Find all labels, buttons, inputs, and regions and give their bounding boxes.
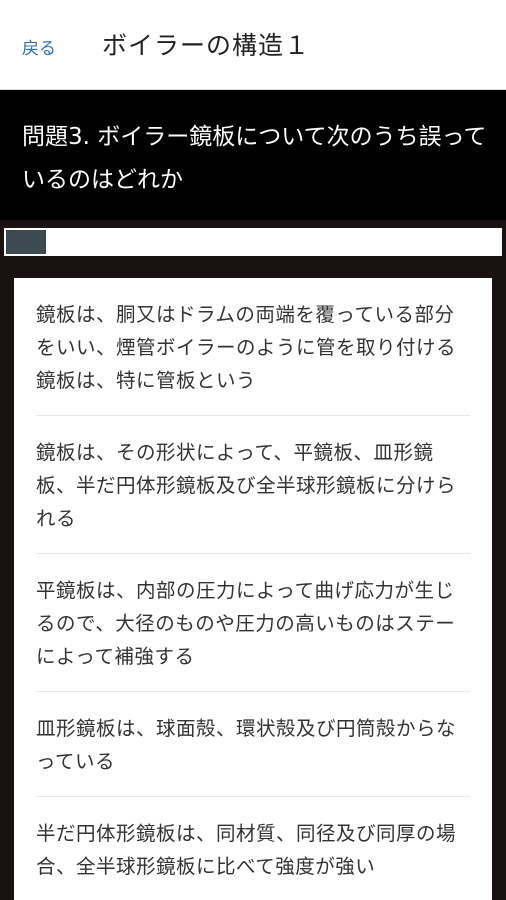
app-bar: 戻る ボイラーの構造１ (0, 0, 506, 90)
answer-option-4[interactable]: 皿形鏡板は、球面殻、環状殻及び円筒殻からなっている (36, 692, 470, 797)
answer-list: 鏡板は、胴又はドラムの両端を覆っている部分をいい、煙管ボイラーのように管を取り付… (14, 278, 492, 900)
progress-fill (6, 230, 46, 254)
question-text: 問題3. ボイラー鏡板について次のうち誤っているのはどれか (22, 124, 487, 193)
answer-option-2[interactable]: 鏡板は、その形状によって、平鏡板、皿形鏡板、半だ円体形鏡板及び全半球形鏡板に分け… (36, 416, 470, 554)
answer-text: 平鏡板は、内部の圧力によって曲げ応力が生じるので、大径のものや圧力の高いものはス… (36, 579, 456, 668)
answer-text: 半だ円体形鏡板は、同材質、同径及び同厚の場合、全半球形鏡板に比べて強度が強い (36, 822, 457, 878)
answer-option-5[interactable]: 半だ円体形鏡板は、同材質、同径及び同厚の場合、全半球形鏡板に比べて強度が強い (36, 797, 470, 900)
answer-option-1[interactable]: 鏡板は、胴又はドラムの両端を覆っている部分をいい、煙管ボイラーのように管を取り付… (36, 278, 470, 416)
answer-text: 鏡板は、胴又はドラムの両端を覆っている部分をいい、煙管ボイラーのように管を取り付… (36, 303, 457, 392)
answer-text: 鏡板は、その形状によって、平鏡板、皿形鏡板、半だ円体形鏡板及び全半球形鏡板に分け… (36, 441, 457, 530)
answer-text: 皿形鏡板は、球面殻、環状殻及び円筒殻からなっている (36, 717, 457, 773)
back-button[interactable]: 戻る (22, 34, 56, 59)
answer-option-3[interactable]: 平鏡板は、内部の圧力によって曲げ応力が生じるので、大径のものや圧力の高いものはス… (36, 554, 470, 692)
progress-bar (4, 228, 502, 256)
screen-title: ボイラーの構造１ (102, 31, 311, 60)
